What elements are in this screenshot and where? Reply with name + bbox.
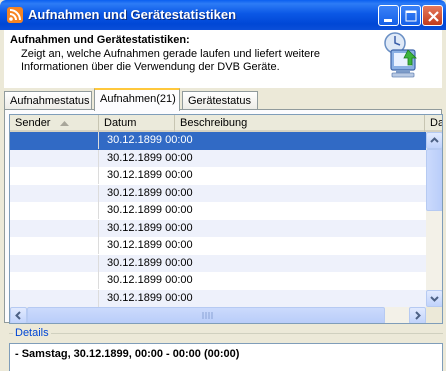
cell-sender — [10, 272, 99, 289]
horizontal-scroll-thumb[interactable] — [27, 307, 385, 323]
cell-datum: 30.12.1899 00:00 — [107, 239, 193, 251]
cell-datum: 30.12.1899 00:00 — [107, 151, 193, 164]
header-panel: Aufnahmen und Gerätestatistiken: Zeigt a… — [4, 30, 442, 88]
close-icon — [428, 11, 439, 22]
cell-datum: 30.12.1899 00:00 — [107, 274, 193, 286]
table-row[interactable]: 30.12.1899 00:00 — [10, 132, 428, 150]
cell-sender — [10, 167, 99, 184]
details-group-border — [9, 333, 443, 334]
table-row[interactable]: 30.12.1899 00:00 — [10, 289, 428, 307]
column-header-label: Sender — [15, 117, 51, 129]
close-button[interactable] — [422, 5, 443, 26]
cell-sender — [10, 132, 99, 149]
cell-sender — [10, 202, 99, 219]
scroll-down-button[interactable] — [426, 290, 442, 307]
cell-datum: 30.12.1899 00:00 — [107, 186, 193, 199]
sort-ascending-icon — [60, 121, 69, 126]
column-header-label: Da — [430, 117, 443, 129]
column-header-truncated[interactable]: Da — [425, 115, 443, 132]
cell-sender — [10, 149, 99, 167]
minimize-button[interactable] — [378, 5, 399, 26]
header-description: Zeigt an, welche Aufnahmen gerade laufen… — [21, 48, 321, 73]
recordings-table[interactable]: Sender Datum Beschreibung Da 30.12.1899 … — [9, 114, 443, 324]
tab-strip: Aufnahmestatus Aufnahmen(21) Gerätestatu… — [4, 88, 442, 111]
scrollbar-corner — [426, 307, 442, 323]
vertical-scroll-thumb[interactable] — [426, 149, 442, 211]
table-row[interactable]: 30.12.1899 00:00 — [10, 219, 428, 237]
table-row[interactable]: 30.12.1899 00:00 — [10, 254, 428, 272]
table-row[interactable]: 30.12.1899 00:00 — [10, 272, 428, 290]
maximize-button[interactable] — [400, 5, 421, 26]
column-header-datum[interactable]: Datum — [99, 115, 175, 132]
window-title: Aufnahmen und Gerätestatistiken — [28, 7, 237, 22]
minimize-icon — [384, 19, 392, 22]
scroll-left-button[interactable] — [10, 307, 27, 323]
table-row[interactable]: 30.12.1899 00:00 — [10, 202, 428, 220]
cell-datum: 30.12.1899 00:00 — [107, 256, 193, 269]
details-legend: Details — [13, 327, 51, 339]
chevron-down-icon — [430, 296, 439, 302]
cell-datum: 30.12.1899 00:00 — [107, 291, 193, 304]
chevron-left-icon — [15, 311, 21, 320]
table-row[interactable]: 30.12.1899 00:00 — [10, 184, 428, 202]
tab-aufnahmestatus[interactable]: Aufnahmestatus — [4, 91, 92, 110]
table-header: Sender Datum Beschreibung Da — [10, 115, 442, 132]
cell-sender — [10, 289, 99, 307]
header-title: Aufnahmen und Gerätestatistiken: — [10, 34, 190, 46]
maximize-icon — [405, 10, 417, 22]
grip-icon — [202, 312, 213, 319]
column-header-label: Datum — [104, 117, 137, 129]
details-box: - Samstag, 30.12.1899, 00:00 - 00:00 (00… — [9, 343, 443, 371]
cell-sender — [10, 219, 99, 237]
table-row[interactable]: 30.12.1899 00:00 — [10, 237, 428, 255]
column-header-label: Beschreibung — [180, 117, 248, 129]
cell-sender — [10, 254, 99, 272]
tab-aufnahmen[interactable]: Aufnahmen(21) — [94, 88, 180, 111]
computer-sync-icon — [384, 32, 417, 78]
details-text: - Samstag, 30.12.1899, 00:00 - 00:00 (00… — [15, 348, 240, 360]
tab-geraetestatus[interactable]: Gerätestatus — [182, 91, 258, 110]
title-bar[interactable]: Aufnahmen und Gerätestatistiken — [0, 0, 446, 30]
scroll-up-button[interactable] — [426, 132, 442, 149]
chevron-up-icon — [430, 137, 439, 143]
table-row[interactable]: 30.12.1899 00:00 — [10, 149, 428, 167]
horizontal-scrollbar[interactable] — [10, 307, 426, 323]
column-header-beschreibung[interactable]: Beschreibung — [175, 115, 425, 132]
cell-datum: 30.12.1899 00:00 — [107, 134, 193, 146]
column-header-sender[interactable]: Sender — [10, 115, 99, 132]
table-row[interactable]: 30.12.1899 00:00 — [10, 167, 428, 185]
chevron-right-icon — [415, 311, 421, 320]
cell-sender — [10, 237, 99, 254]
cell-datum: 30.12.1899 00:00 — [107, 169, 193, 181]
scroll-right-button[interactable] — [409, 307, 426, 323]
cell-datum: 30.12.1899 00:00 — [107, 204, 193, 216]
vertical-scrollbar[interactable] — [426, 132, 442, 307]
table-body: 30.12.1899 00:00 30.12.1899 00:00 30.12.… — [10, 132, 428, 307]
rss-feed-icon — [7, 7, 23, 23]
cell-datum: 30.12.1899 00:00 — [107, 221, 193, 234]
cell-sender — [10, 184, 99, 202]
